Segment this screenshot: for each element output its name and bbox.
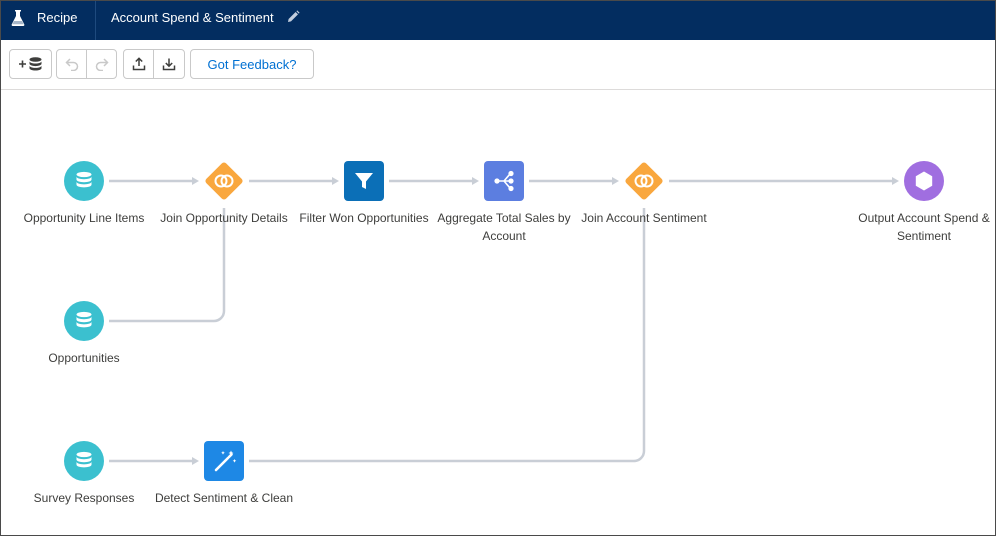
feedback-button[interactable]: Got Feedback? <box>190 49 314 79</box>
pencil-icon[interactable] <box>287 10 300 23</box>
upload-button[interactable] <box>123 49 154 79</box>
toolbar: Got Feedback? <box>1 40 995 90</box>
undo-button[interactable] <box>56 49 87 79</box>
magic-wand-icon <box>204 441 244 481</box>
node-label: Join Opportunity Details <box>160 211 288 225</box>
node-label: Opportunity Line Items <box>23 211 145 225</box>
arrow-head <box>192 457 199 465</box>
recipe-editor: Recipe Account Spend & Sentiment Got Fee… <box>0 0 996 536</box>
node-label: Join Account Sentiment <box>581 211 707 225</box>
aggregate-icon <box>484 161 524 201</box>
download-icon <box>162 58 176 71</box>
join-icon <box>205 162 243 200</box>
node-label: Detect Sentiment & Clean <box>154 491 294 505</box>
recipe-canvas[interactable]: Opportunity Line Items Join Opportunity … <box>1 90 995 535</box>
node-label: Output Account Spend & Sentiment <box>858 211 990 243</box>
arrow-head <box>612 177 619 185</box>
arrow-head <box>472 177 479 185</box>
download-button[interactable] <box>153 49 185 79</box>
recipe-title: Account Spend & Sentiment <box>111 10 274 25</box>
node-label: Filter Won Opportunities <box>299 211 429 225</box>
arrow-head <box>332 177 339 185</box>
add-data-icon <box>18 57 41 71</box>
flask-icon <box>11 10 25 26</box>
dataset-icon <box>64 161 104 201</box>
dataset-icon <box>64 441 104 481</box>
add-data-button[interactable] <box>9 49 52 79</box>
dataset-icon <box>64 301 104 341</box>
redo-icon <box>95 58 109 71</box>
filter-icon <box>344 161 384 201</box>
app-tab[interactable]: Recipe <box>1 1 96 40</box>
undo-icon <box>64 58 78 71</box>
connector-lines <box>109 177 899 465</box>
join-icon <box>625 162 663 200</box>
app-header: Recipe Account Spend & Sentiment <box>1 1 995 40</box>
redo-button[interactable] <box>86 49 117 79</box>
node-label: Aggregate Total Sales by Account <box>437 211 571 243</box>
output-icon <box>904 161 944 201</box>
connector-line <box>249 208 646 463</box>
node-label: Opportunities <box>48 351 120 365</box>
arrow-head <box>892 177 899 185</box>
upload-icon <box>132 57 145 71</box>
node-label: Survey Responses <box>33 491 135 505</box>
arrow-head <box>192 177 199 185</box>
app-label: Recipe <box>37 10 78 25</box>
